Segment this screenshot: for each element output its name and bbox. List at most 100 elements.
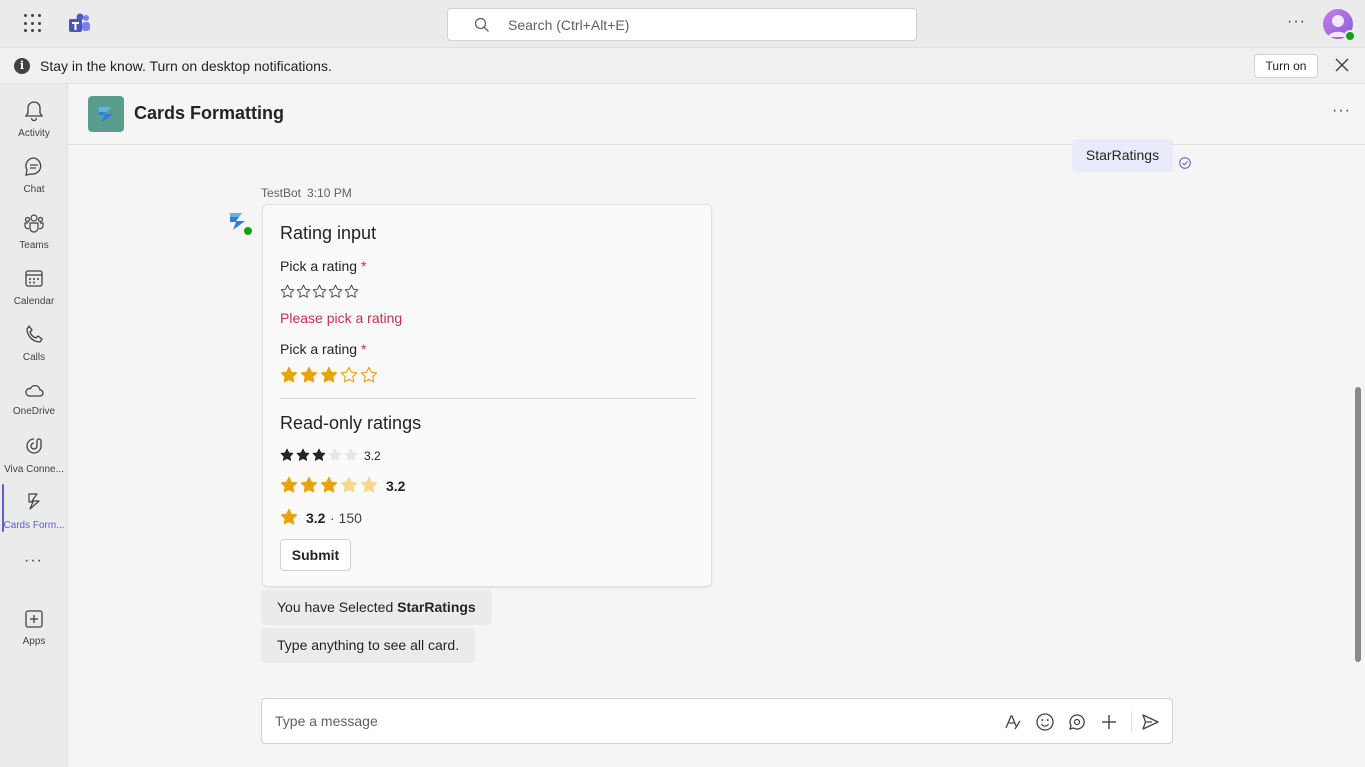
rail-item-cards-formatting[interactable]: Cards Form... [0,484,68,540]
rail-label: Viva Conne... [4,464,64,475]
required-marker: * [361,258,367,274]
cards-app-icon [28,493,40,510]
avatar[interactable] [1323,9,1356,42]
bot-message: You have Selected StarRatings [261,590,492,625]
rail-item-chat[interactable]: Chat [0,148,68,204]
info-icon: i [14,58,30,74]
plus-icon [25,610,43,628]
star-icon [312,448,326,461]
rating-field-label: Pick a rating * [280,341,367,357]
cloud-icon [25,384,44,397]
rail-item-viva[interactable]: Viva Conne... [0,428,68,484]
more-options-icon[interactable]: ··· [1332,102,1351,120]
star-icon[interactable] [320,366,338,384]
close-icon[interactable] [1334,57,1350,73]
readonly-rating-2 [280,476,380,494]
star-icon[interactable] [296,284,311,299]
notification-text: Stay in the know. Turn on desktop notifi… [40,58,332,74]
app-rail: Activity Chat Teams Calendar Calls OneDr… [0,84,68,767]
star-icon[interactable] [312,284,327,299]
format-icon[interactable] [1003,712,1023,732]
required-marker: * [361,341,367,357]
rail-label: Activity [18,128,50,139]
message-compose-box[interactable]: Type a message [261,698,1173,744]
rating-input-2[interactable] [280,366,380,384]
delivered-check-icon [1179,157,1191,169]
star-icon[interactable] [360,366,378,384]
star-icon[interactable] [280,284,295,299]
chat-header: Cards Formatting ··· [68,84,1365,145]
rating-field-label: Pick a rating * [280,258,367,274]
compose-separator [1131,711,1132,733]
app-logo [88,96,124,132]
readonly-rating-1 [280,448,360,462]
send-icon[interactable] [1140,712,1160,732]
rail-item-onedrive[interactable]: OneDrive [0,372,68,428]
scrollbar[interactable] [1355,387,1361,662]
rail-label: Calendar [13,296,55,307]
message-time: 3:10 PM [307,186,352,200]
bot-name: TestBot [261,186,302,200]
rating-input-1[interactable] [280,284,360,299]
divider [280,398,696,399]
notification-banner: i Stay in the know. Turn on desktop noti… [0,48,1365,84]
message-bold-text: StarRatings [397,599,476,615]
app-launcher-icon[interactable] [24,14,44,34]
chat-icon [25,157,42,176]
search-icon [474,17,489,32]
rail-label: Teams [19,240,49,251]
star-icon [300,476,318,493]
top-bar: Search (Ctrl+Alt+E) ··· [0,0,1365,48]
rail-item-calendar[interactable]: Calendar [0,260,68,316]
star-icon [280,476,298,493]
search-input[interactable]: Search (Ctrl+Alt+E) [447,8,917,41]
rail-label: OneDrive [12,406,56,417]
phone-icon [26,325,43,343]
message-text: You have Selected [277,599,398,615]
rail-label: Apps [22,636,46,647]
rating-label-text: Pick a rating [280,258,358,274]
rail-item-teams[interactable]: Teams [0,204,68,260]
turn-on-button[interactable]: Turn on [1254,54,1318,78]
readonly-rating-value: 3.2 [306,510,326,526]
bot-presence-icon [242,225,254,237]
cards-logo-icon [99,107,113,123]
submit-button[interactable]: Submit [280,539,351,571]
readonly-rating-3 [280,508,298,526]
more-apps-icon[interactable]: ··· [24,552,43,570]
star-icon[interactable] [344,284,359,299]
readonly-rating-value: 3.2 [364,449,381,463]
message-meta: TestBot 3:10 PM [261,186,352,200]
readonly-rating-value: 3.2 [386,478,406,494]
card-title: Rating input [280,223,377,243]
validation-error: Please pick a rating [280,310,403,326]
rail-item-activity[interactable]: Activity [0,92,68,148]
settings-more-icon[interactable]: ··· [1287,13,1307,33]
loop-icon[interactable] [1067,712,1087,732]
viva-icon [26,438,42,454]
search-placeholder: Search (Ctrl+Alt+E) [508,17,630,33]
emoji-icon[interactable] [1035,712,1055,732]
star-icon[interactable] [280,366,298,384]
teams-logo-icon [69,13,90,32]
star-icon [280,508,298,525]
rail-item-calls[interactable]: Calls [0,316,68,372]
rail-label: Chat [23,184,45,195]
add-attachment-icon[interactable] [1099,712,1119,732]
teams-icon [24,214,44,233]
bot-message: Type anything to see all card. [261,628,476,663]
presence-available-icon [1344,30,1356,42]
star-icon [360,476,378,493]
star-icon [280,448,294,461]
star-icon[interactable] [300,366,318,384]
bell-icon [24,101,44,122]
readonly-rating-count: · 150 [330,510,362,526]
star-icon[interactable] [340,366,358,384]
sent-message: StarRatings [1072,139,1173,172]
star-icon [296,448,310,461]
page-title: Cards Formatting [134,103,285,123]
star-icon[interactable] [328,284,343,299]
star-icon [340,476,358,493]
rail-item-apps[interactable]: Apps [0,600,68,656]
rail-label: Cards Form... [3,520,65,531]
